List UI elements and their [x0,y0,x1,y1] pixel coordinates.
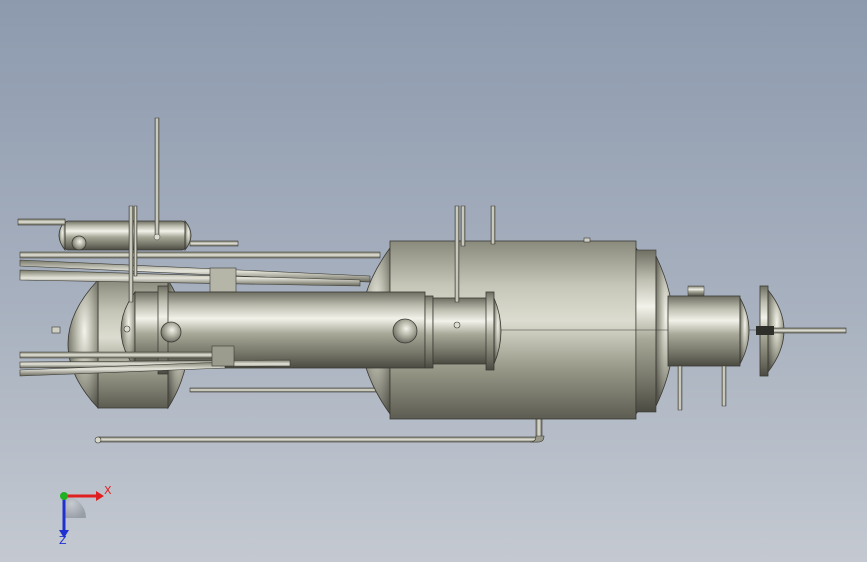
graphics-viewport[interactable]: X Z [0,0,867,562]
pressure-vessel-assembly-model[interactable] [0,0,867,562]
y-axis-dot [60,492,68,500]
upper-tube-bundle[interactable] [19,251,381,293]
coordinate-triad-icon: X Z [59,484,112,547]
x-axis-label: X [104,484,112,497]
upper-receiver-tank[interactable] [17,218,239,252]
z-axis-label: Z [59,534,67,547]
right-end-vessel[interactable] [667,285,847,411]
